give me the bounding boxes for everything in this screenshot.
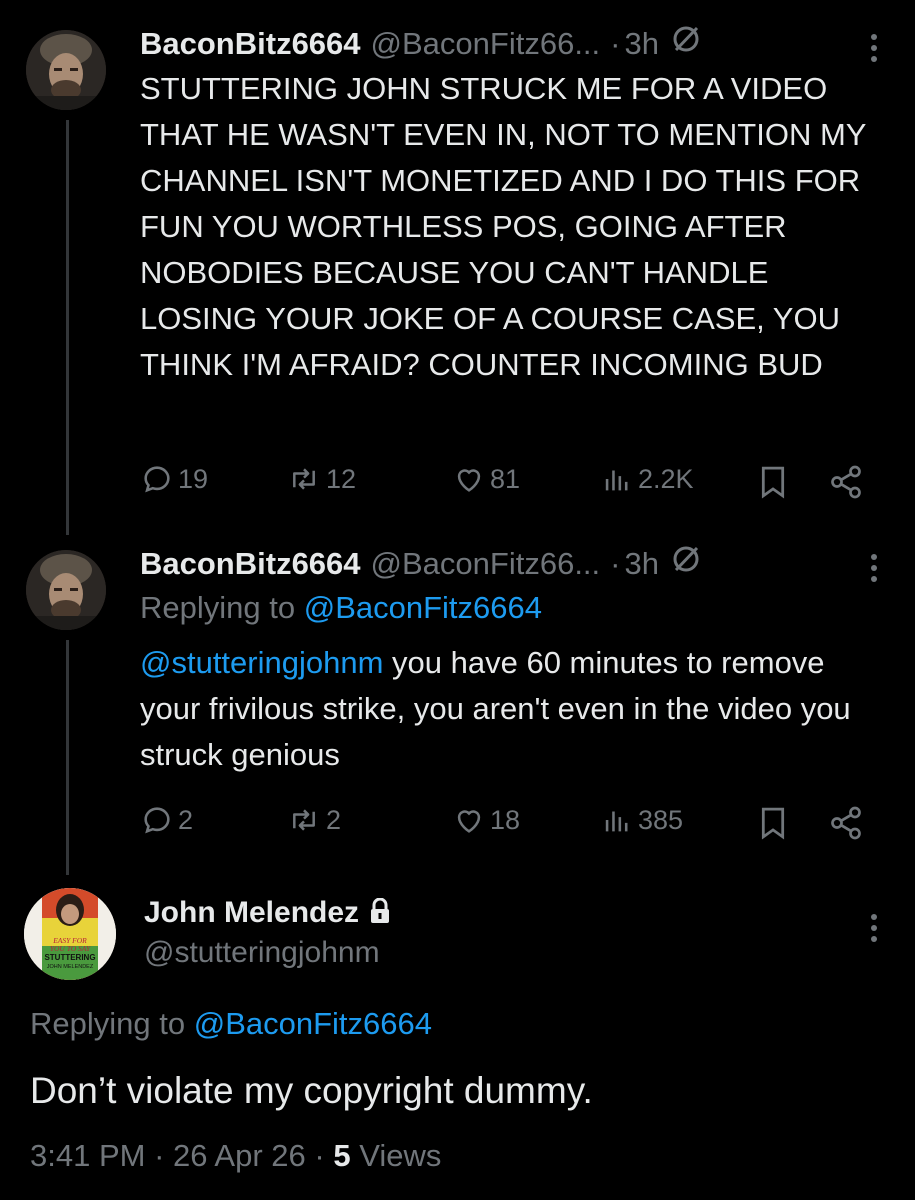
avatar-text-3: STUTTERING <box>44 953 95 962</box>
repost-button[interactable]: 2 <box>286 803 341 837</box>
reply-count: 2 <box>178 804 194 835</box>
tweet-date[interactable]: 26 Apr 26 <box>173 1138 306 1173</box>
avatar-image: EASY FOR YOU TO SAY STUTTERING JOHN MELE… <box>24 888 116 980</box>
tweet-text: @stutteringjohnm you have 60 minutes to … <box>140 640 880 778</box>
views-label: Views <box>359 1138 442 1173</box>
tweet-text: Don’t violate my copyright dummy. <box>30 1070 593 1111</box>
repost-icon <box>293 468 315 490</box>
tweet-header: BaconBitz6664 @BaconFitz66... · 3h <box>140 544 701 582</box>
bookmark-icon[interactable] <box>756 805 790 846</box>
main-tweet: EASY FOR YOU TO SAY STUTTERING JOHN MELE… <box>0 870 915 1200</box>
views-count: 5 <box>333 1138 351 1173</box>
views-icon <box>605 811 628 832</box>
separator: · <box>154 1138 165 1173</box>
display-name[interactable]: BaconBitz6664 <box>140 546 361 582</box>
separator: · <box>610 26 621 61</box>
bookmark-icon[interactable] <box>756 464 790 505</box>
tweet-2[interactable]: BaconBitz6664 @BaconFitz66... · 3h Reply… <box>0 540 915 870</box>
more-icon[interactable] <box>871 554 879 582</box>
replying-to: Replying to @BaconFitz6664 <box>140 590 542 626</box>
avatar[interactable] <box>26 550 106 630</box>
mention-link[interactable]: @stutteringjohnm <box>140 645 383 680</box>
avatar[interactable]: EASY FOR YOU TO SAY STUTTERING JOHN MELE… <box>24 888 116 980</box>
handle[interactable]: @BaconFitz66... <box>371 26 601 62</box>
views-button[interactable]: 2.2K <box>600 462 694 496</box>
reply-button[interactable]: 2 <box>140 803 193 837</box>
replying-prefix: Replying to <box>30 1006 186 1041</box>
like-button[interactable]: 81 <box>452 462 520 496</box>
repost-count: 12 <box>326 463 357 494</box>
views-count: 2.2K <box>638 463 694 494</box>
tweet-text: STUTTERING JOHN STRUCK ME FOR A VIDEO TH… <box>140 71 866 382</box>
reply-icon <box>144 807 170 834</box>
separator: · <box>610 546 621 581</box>
replying-prefix: Replying to <box>140 590 296 625</box>
tweet-time[interactable]: 3:41 PM <box>30 1138 145 1173</box>
replying-to-link[interactable]: @BaconFitz6664 <box>304 590 542 625</box>
avatar-image <box>26 550 106 630</box>
no-sign-icon <box>671 544 701 582</box>
like-count: 18 <box>490 804 521 835</box>
views-button[interactable]: 385 <box>600 803 683 837</box>
timestamp[interactable]: 3h <box>624 26 658 62</box>
display-name[interactable]: BaconBitz6664 <box>140 26 361 62</box>
repost-icon <box>293 809 315 831</box>
tweet-1[interactable]: BaconBitz6664 @BaconFitz66... · 3h STUTT… <box>0 0 915 540</box>
action-bar: 19 12 81 2.2K <box>140 462 880 502</box>
reply-icon <box>144 466 170 493</box>
handle[interactable]: @BaconFitz66... <box>371 546 601 582</box>
handle[interactable]: @stutteringjohnm <box>144 936 380 970</box>
tweet-header: BaconBitz6664 @BaconFitz66... · 3h <box>140 24 701 62</box>
action-bar: 2 2 18 385 <box>140 803 880 843</box>
repost-button[interactable]: 12 <box>286 462 356 496</box>
like-button[interactable]: 18 <box>452 803 520 837</box>
main-name-row: John Melendez <box>144 896 391 930</box>
like-icon <box>457 810 481 833</box>
avatar-text-2: YOU TO SAY <box>50 944 91 953</box>
avatar[interactable] <box>26 30 106 110</box>
more-icon[interactable] <box>871 34 879 62</box>
separator: · <box>314 1138 325 1173</box>
repost-count: 2 <box>326 804 342 835</box>
share-icon[interactable] <box>828 464 864 505</box>
lock-icon <box>369 897 391 929</box>
share-icon[interactable] <box>828 805 864 846</box>
timestamp[interactable]: 3h <box>624 546 658 582</box>
reply-count: 19 <box>178 463 209 494</box>
replying-to-link[interactable]: @BaconFitz6664 <box>194 1006 432 1041</box>
replying-to: Replying to @BaconFitz6664 <box>30 1006 432 1042</box>
no-sign-icon <box>671 24 701 62</box>
display-name[interactable]: John Melendez <box>144 896 359 930</box>
more-icon[interactable] <box>871 914 879 942</box>
views-count: 385 <box>638 804 684 835</box>
like-icon <box>457 469 481 492</box>
avatar-image <box>26 30 106 110</box>
like-count: 81 <box>490 463 521 494</box>
tweet-meta: 3:41 PM · 26 Apr 26 · 5 Views <box>30 1138 441 1174</box>
views-icon <box>605 470 628 491</box>
reply-button[interactable]: 19 <box>140 462 208 496</box>
avatar-text-4: JOHN MELENDEZ <box>47 964 94 970</box>
